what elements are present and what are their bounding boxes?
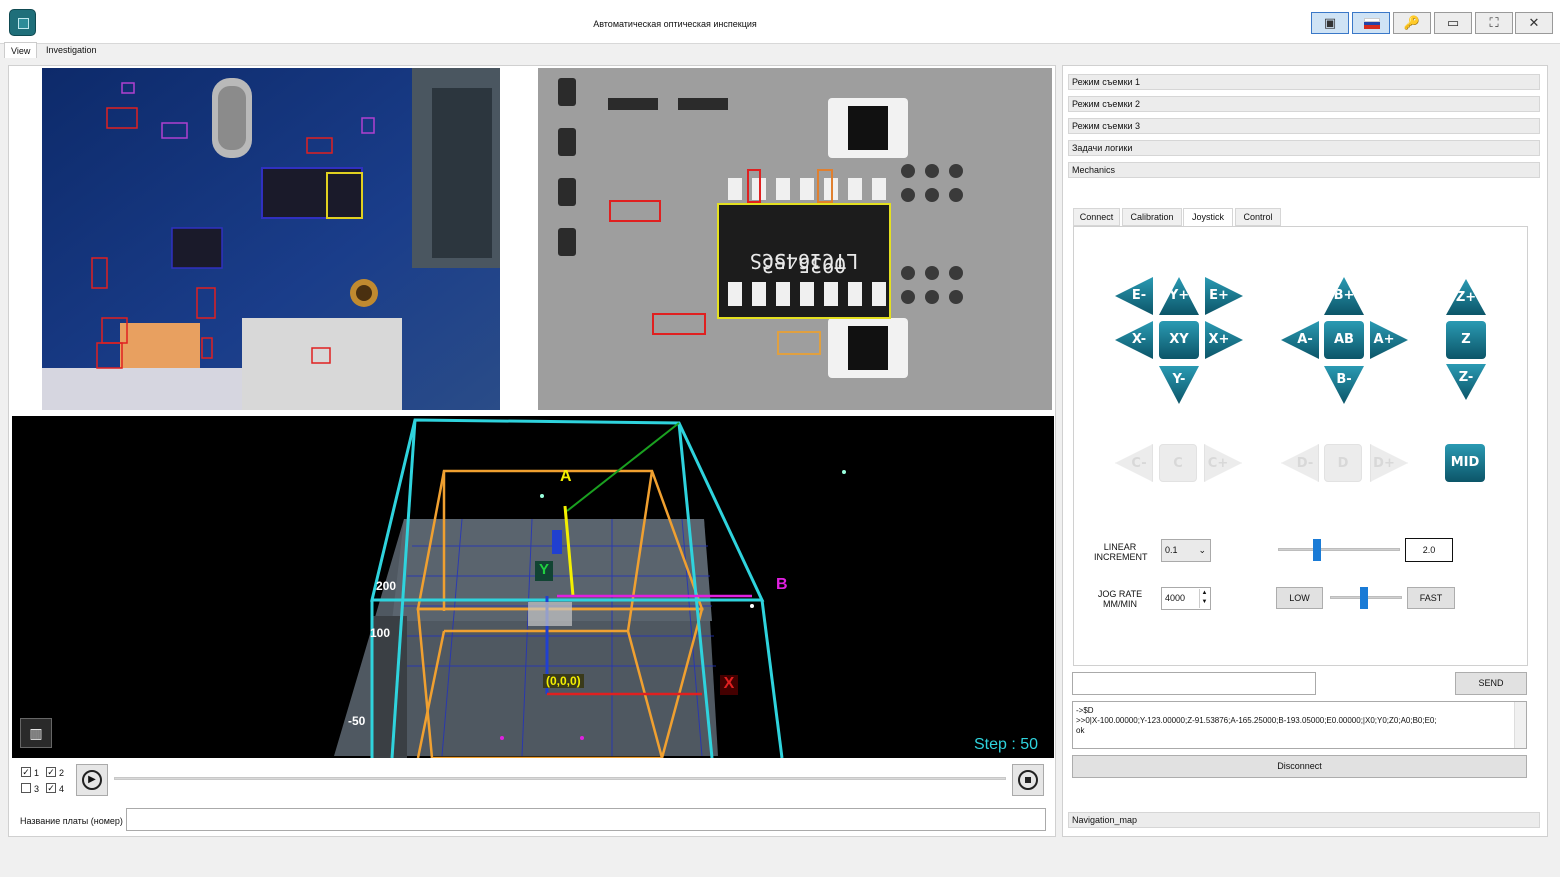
accordion-navigation-map[interactable]: Navigation_map [1068,812,1540,828]
play-button[interactable]: ▶ [76,764,108,796]
close-icon: ✕ [1528,15,1540,30]
board-name-input[interactable] [126,808,1046,831]
svg-text:0935 e3: 0935 e3 [762,253,846,277]
accordion-logic[interactable]: Задачи логики [1068,140,1540,156]
3d-scene [334,418,846,758]
camera-1-image [42,68,500,410]
fullscreen-button[interactable]: ⛶ [1475,12,1513,34]
3d-viewer[interactable]: A B X Y (0,0,0) 200 100 -50 Step : 50 ▥ [12,416,1054,758]
camera-2-image: LTC1645CS 0935 e3 [538,68,1052,410]
mid-button[interactable]: MID [1445,444,1485,482]
stop-button[interactable] [1012,764,1044,796]
tab-investigation[interactable]: Investigation [40,42,103,58]
chart-icon: ▥ [29,725,43,741]
linear-increment-select[interactable]: 0.1 ⌄ [1161,539,1211,562]
checkbox-3[interactable] [21,783,31,793]
slider-handle[interactable] [1313,539,1322,561]
checkbox-4-label: 4 [59,784,65,794]
slider-handle[interactable] [1359,587,1368,609]
checkbox-3-label: 3 [34,784,40,794]
minimize-button[interactable]: ▭ [1434,12,1472,34]
settings-button[interactable]: 🔑 [1393,12,1431,34]
low-button[interactable]: LOW [1276,587,1323,609]
window-scrollbar[interactable] [1550,62,1556,842]
fast-button[interactable]: FAST [1407,587,1455,609]
ab-home-button[interactable]: AB [1324,321,1364,359]
send-button[interactable]: SEND [1455,672,1527,695]
tick-minus-50: -50 [348,714,366,728]
tab-joystick[interactable]: Joystick [1183,208,1233,226]
console-line: ->$D [1076,706,1094,715]
step-readout: Step : 50 [974,736,1039,753]
jog-rate-label: JOG RATE MM/MIN [1097,589,1143,609]
axis-x-label: X [720,675,738,695]
russian-flag-icon [1364,18,1380,29]
c-button[interactable]: C [1159,444,1197,482]
checkbox-2-label: 2 [59,768,65,778]
tab-control[interactable]: Control [1235,208,1281,226]
accordion-mode-3[interactable]: Режим съемки 3 [1068,118,1540,134]
linear-increment-label: LINEAR INCREMENT [1094,542,1148,562]
tab-connect[interactable]: Connect [1073,208,1120,226]
spinbox-arrows-icon[interactable]: ▲ ▼ [1199,589,1209,608]
window-title: Автоматическая оптическая инспекция [593,19,757,29]
chip-icon: ▣ [1323,15,1337,30]
language-button[interactable] [1352,12,1390,34]
tick-200: 200 [376,579,397,593]
checkbox-2[interactable]: ✓ [46,767,56,777]
jog-rate-spinbox[interactable]: 4000 ▲ ▼ [1161,587,1211,610]
console-line: ok [1076,726,1085,735]
console-line: >>0|X-100.00000;Y-123.00000;Z-91.53876;A… [1076,716,1437,725]
board-name-label: Название платы (номер) [20,816,123,826]
chip-view-button[interactable]: ▣ [1311,12,1349,34]
tick-100: 100 [370,626,391,640]
accordion-mode-1[interactable]: Режим съемки 1 [1068,74,1540,90]
accordion-mechanics[interactable]: Mechanics [1068,162,1540,178]
axis-y-label: Y [535,561,553,581]
chevron-down-icon: ⌄ [1198,545,1206,555]
stop-icon [1018,770,1038,790]
xy-home-button[interactable]: XY [1159,321,1199,359]
tab-calibration[interactable]: Calibration [1122,208,1182,226]
d-button[interactable]: D [1324,444,1362,482]
command-input[interactable] [1072,672,1316,695]
disconnect-button[interactable]: Disconnect [1072,755,1527,778]
origin-label: (0,0,0) [543,674,584,688]
checkbox-1[interactable]: ✓ [21,767,31,777]
app-window: Автоматическая оптическая инспекция ▣ 🔑 … [0,0,1560,877]
z-home-button[interactable]: Z [1446,321,1486,359]
axis-a-label: A [560,468,572,485]
timeline-slider[interactable] [114,777,1006,780]
tab-view[interactable]: View [4,42,38,58]
camera-1-view[interactable] [12,68,530,410]
checkbox-1-label: 1 [34,768,40,778]
title-bar: Автоматическая оптическая инспекция ▣ 🔑 … [0,0,1560,44]
play-icon: ▶ [82,770,102,790]
wrench-icon: 🔑 [1403,15,1421,30]
checkbox-4[interactable]: ✓ [46,783,56,793]
camera-2-view[interactable]: LTC1645CS 0935 e3 [538,68,1052,410]
close-button[interactable]: ✕ [1515,12,1553,34]
jog-rate-slider[interactable] [1330,587,1402,609]
stats-button[interactable]: ▥ [20,718,52,748]
minimize-icon: ▭ [1446,15,1460,30]
axis-b-label: B [776,576,788,593]
linear-increment-slider[interactable] [1278,539,1400,561]
console-output[interactable]: ->$D >>0|X-100.00000;Y-123.00000;Z-91.53… [1072,701,1527,749]
accordion-mode-2[interactable]: Режим съемки 2 [1068,96,1540,112]
console-scrollbar[interactable] [1514,702,1526,748]
fullscreen-icon: ⛶ [1489,15,1499,30]
slider-value-field[interactable]: 2.0 [1405,538,1453,562]
